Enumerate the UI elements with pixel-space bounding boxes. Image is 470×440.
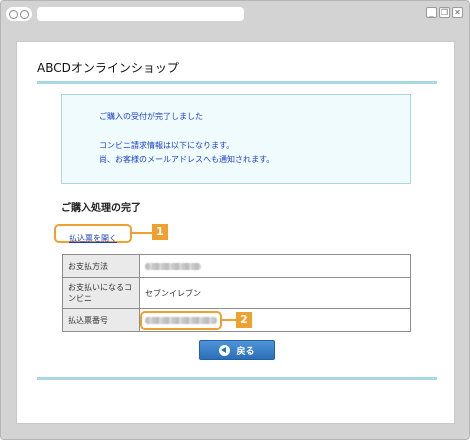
slip-number-highlight [140, 311, 222, 330]
back-button-label: 戻る [236, 346, 255, 357]
open-slip-link[interactable]: 払込票を開く [69, 234, 117, 243]
callout-1-badge: 1 [152, 224, 168, 240]
payment-method-value [139, 254, 411, 278]
address-bar[interactable] [37, 7, 244, 21]
notice-line-1: ご購入の受付が完了しました [99, 112, 203, 121]
callout-1-connector [132, 232, 152, 234]
page-content: ABCDオンラインショップ ご購入の受付が完了しました コンビニ請求情報は以下に… [16, 41, 455, 424]
store-label: お支払いになるコンビニ [62, 277, 140, 309]
minimize-icon[interactable]: _ [426, 7, 437, 18]
payment-method-label: お支払方法 [62, 254, 140, 278]
callout-2-badge: 2 [236, 312, 252, 328]
store-value: セブンイレブン [139, 277, 411, 309]
notice-line-2: コンビニ請求情報は以下になります。 [99, 141, 235, 150]
title-bar: _ ❐ ✕ [1, 1, 469, 29]
forward-nav-icon[interactable] [20, 9, 29, 19]
notice-line-3: 尚、お客様のメールアドレスへも通知されます。 [99, 155, 275, 164]
nav-buttons [6, 7, 32, 21]
bottom-divider [37, 377, 437, 380]
browser-window: _ ❐ ✕ ABCDオンラインショップ ご購入の受付が完了しました コンビニ請求… [0, 0, 470, 440]
open-slip-link-highlight[interactable]: 払込票を開く [54, 224, 132, 243]
back-arrow-icon [219, 344, 231, 356]
close-icon[interactable]: ✕ [452, 7, 463, 18]
redacted-value [145, 262, 201, 270]
maximize-icon[interactable]: ❐ [439, 7, 450, 18]
table-row: お支払方法 [62, 254, 411, 278]
section-title: ご購入処理の完了 [61, 203, 141, 214]
back-nav-icon[interactable] [9, 9, 18, 19]
shop-title: ABCDオンラインショップ [37, 61, 179, 75]
top-divider [37, 81, 437, 84]
completion-notice: ご購入の受付が完了しました コンビニ請求情報は以下になります。 尚、お客様のメー… [61, 94, 411, 184]
slip-number-label: 払込票番号 [62, 308, 140, 332]
table-row: お支払いになるコンビニ セブンイレブン [62, 277, 411, 309]
callout-2-connector [222, 319, 236, 321]
window-controls: _ ❐ ✕ [426, 7, 463, 18]
back-button[interactable]: 戻る [199, 340, 275, 360]
